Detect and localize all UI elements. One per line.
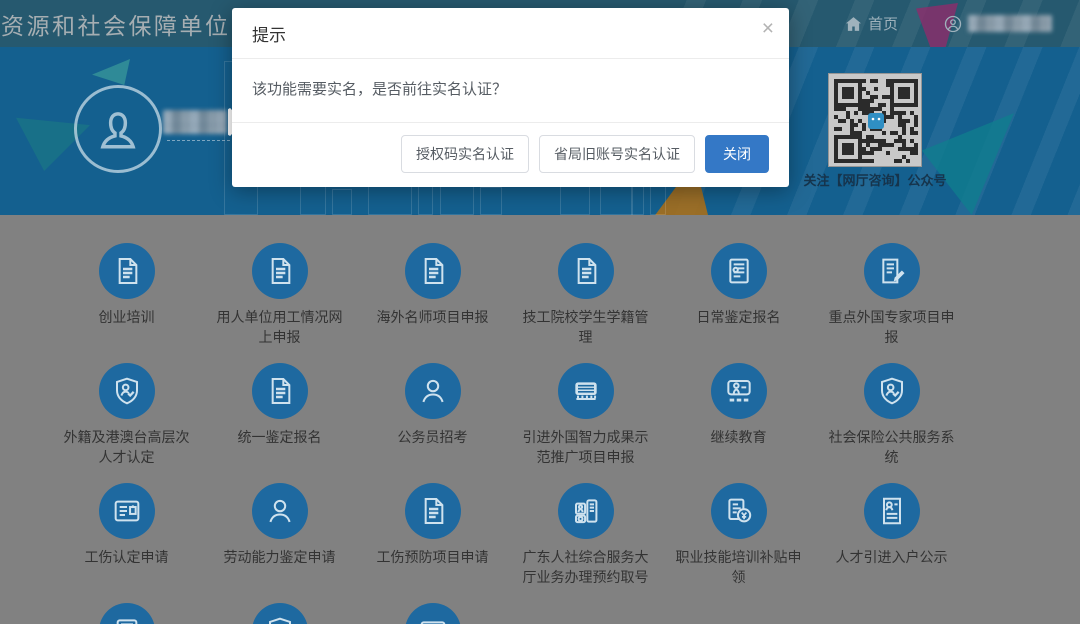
service-item[interactable] [203,603,356,624]
form-list-icon [711,243,767,299]
service-label: 职业技能培训补贴申领 [670,547,807,587]
person-icon [405,363,461,419]
service-item[interactable]: 工伤预防项目申请 [356,483,509,588]
service-label: 重点外国专家项目申报 [823,307,960,347]
service-item[interactable]: 工伤认定申请 [50,483,203,588]
close-icon[interactable]: × [762,18,774,39]
service-item[interactable]: 创业培训 [50,243,203,348]
service-item[interactable]: 用人单位用工情况网上申报 [203,243,356,348]
shield-icon [252,603,308,624]
service-item[interactable]: 日常鉴定报名 [662,243,815,348]
phone-ticket-icon [558,483,614,539]
user-menu[interactable] [944,15,1052,33]
auth-code-realname-button[interactable]: 授权码实名认证 [401,135,529,173]
decor-triangle-teal-small [92,59,130,85]
service-label: 技工院校学生学籍管理 [517,307,654,347]
document-icon [405,243,461,299]
modal-message: 该功能需要实名，是否前往实名认证？ [232,59,789,122]
service-item[interactable]: 人才引进入户公示 [815,483,968,588]
document-icon [405,483,461,539]
document-icon [558,243,614,299]
username-censored [968,15,1052,32]
service-label: 劳动能力鉴定申请 [211,547,348,567]
service-label: 社会保险公共服务系统 [823,427,960,467]
modal-header: 提示 × [232,8,789,59]
service-item[interactable]: 社会保险公共服务系统 [815,363,968,468]
service-label: 公务员招考 [364,427,501,447]
service-label: 人才引进入户公示 [823,547,960,567]
wechat-qr-caption: 关注【网厅咨询】公众号 [800,170,950,189]
service-item[interactable]: 公务员招考 [356,363,509,468]
header-nav: 首页 [846,0,1052,47]
document-icon [99,243,155,299]
document-person-icon [864,483,920,539]
service-item[interactable] [356,603,509,624]
card-icon [405,603,461,624]
realname-prompt-dialog: 提示 × 该功能需要实名，是否前往实名认证？ 授权码实名认证 省局旧账号实名认证… [232,8,789,187]
user-icon [944,15,962,33]
subsidy-money-icon [711,483,767,539]
close-button[interactable]: 关闭 [705,135,769,173]
services-grid: 创业培训用人单位用工情况网上申报海外名师项目申报技工院校学生学籍管理日常鉴定报名… [0,215,1080,624]
service-label: 继续教育 [670,427,807,447]
service-item[interactable]: 外籍及港澳台高层次人才认定 [50,363,203,468]
service-item[interactable]: 引进外国智力成果示范推广项目申报 [509,363,662,468]
decor-building [480,187,502,215]
decor-building [418,185,433,215]
nav-home-label: 首页 [868,13,898,34]
document-icon [252,243,308,299]
avatar [74,85,162,173]
id-card-icon [99,483,155,539]
shield-person-icon [864,363,920,419]
person-icon [92,103,144,155]
service-item[interactable]: 劳动能力鉴定申请 [203,483,356,588]
service-item[interactable]: 重点外国专家项目申报 [815,243,968,348]
card-reader-icon [558,363,614,419]
machine-icon [99,603,155,624]
service-item[interactable] [50,603,203,624]
service-label: 外籍及港澳台高层次人才认定 [58,427,195,467]
modal-title: 提示 [252,26,286,45]
banner-username-censored [163,110,227,134]
service-item[interactable]: 统一鉴定报名 [203,363,356,468]
decor-building [332,189,352,215]
service-label: 引进外国智力成果示范推广项目申报 [517,427,654,467]
nav-home[interactable]: 首页 [846,13,898,34]
service-label: 创业培训 [58,307,195,327]
service-item[interactable]: 技工院校学生学籍管理 [509,243,662,348]
document-pencil-icon [864,243,920,299]
classroom-icon [711,363,767,419]
service-label: 工伤预防项目申请 [364,547,501,567]
service-label: 统一鉴定报名 [211,427,348,447]
modal-footer: 授权码实名认证 省局旧账号实名认证 关闭 [232,122,789,187]
person-icon [252,483,308,539]
service-label: 广东人社综合服务大厅业务办理预约取号 [517,547,654,587]
old-account-realname-button[interactable]: 省局旧账号实名认证 [539,135,695,173]
service-label: 海外名师项目申报 [364,307,501,327]
service-item[interactable]: 继续教育 [662,363,815,468]
service-label: 工伤认定申请 [58,547,195,567]
shield-person-icon [99,363,155,419]
service-item[interactable]: 广东人社综合服务大厅业务办理预约取号 [509,483,662,588]
service-item[interactable]: 海外名师项目申报 [356,243,509,348]
service-item[interactable]: 职业技能培训补贴申领 [662,483,815,588]
document-icon [252,363,308,419]
service-label: 用人单位用工情况网上申报 [211,307,348,347]
wechat-qr-code [828,73,922,167]
service-label: 日常鉴定报名 [670,307,807,327]
home-icon [846,17,861,31]
